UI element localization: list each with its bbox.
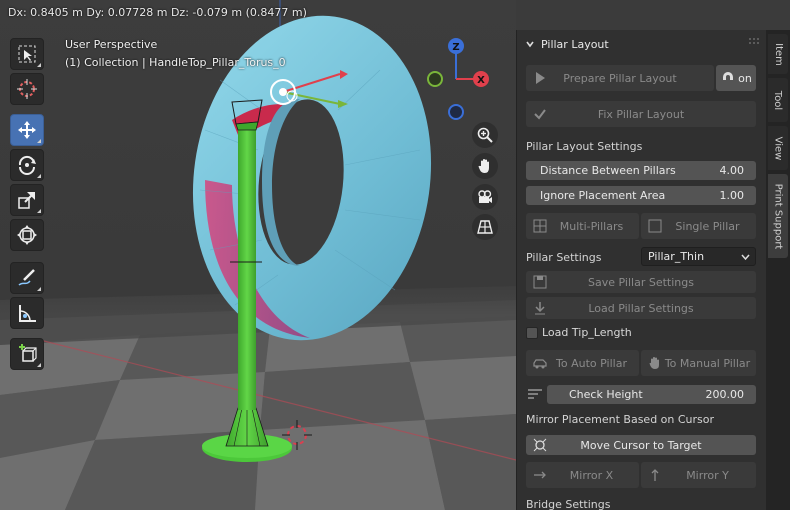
select-box-tool[interactable]: [10, 38, 44, 70]
tab-tool[interactable]: Tool: [768, 78, 788, 122]
car-icon: [533, 359, 547, 369]
load-pillar-settings-button[interactable]: Load Pillar Settings: [526, 297, 756, 319]
cursor-tool[interactable]: [10, 73, 44, 105]
move-tool[interactable]: [10, 114, 44, 146]
mirror-placement-heading: Mirror Placement Based on Cursor: [526, 413, 715, 426]
gizmo-neg-y-axis[interactable]: [427, 71, 443, 87]
chevron-down-icon: [741, 254, 750, 261]
view-name: User Perspective: [65, 38, 158, 51]
move-cursor-to-target-button[interactable]: Move Cursor to Target: [526, 435, 756, 455]
tab-print-support[interactable]: Print Support: [768, 174, 788, 258]
load-icon: [535, 302, 545, 315]
gizmo-z-label: Z: [452, 42, 459, 53]
play-icon: [536, 72, 545, 84]
collection-label: (1) Collection | HandleTop_Pillar_Torus_…: [65, 56, 286, 69]
rotate-tool[interactable]: [10, 149, 44, 181]
annotate-icon: [18, 269, 35, 286]
prepare-pillar-layout-button[interactable]: Prepare Pillar Layout: [526, 65, 714, 91]
mirror-y-button[interactable]: Mirror Y: [641, 462, 756, 488]
transform-icon: [17, 225, 37, 245]
grid-icon: [533, 219, 547, 233]
bridge-settings-heading: Bridge Settings: [526, 498, 611, 510]
gizmo-x-label: X: [477, 75, 485, 86]
magnet-icon: [723, 72, 733, 80]
align-icon: [528, 389, 542, 399]
add-cube-tool[interactable]: [10, 338, 44, 370]
tab-view[interactable]: View: [768, 126, 788, 170]
select-box-icon: [18, 45, 36, 63]
transform-tool[interactable]: [10, 219, 44, 251]
magnet-toggle[interactable]: on: [716, 65, 756, 91]
transform-delta-readout: Dx: 0.8405 m Dy: 0.07728 m Dz: -0.079 m …: [8, 6, 307, 19]
zoom-button[interactable]: [472, 122, 498, 148]
square-icon: [648, 219, 662, 233]
move-icon: [18, 121, 36, 139]
3d-viewport[interactable]: Dx: 0.8405 m Dy: 0.07728 m Dz: -0.079 m …: [0, 0, 516, 510]
check-height-field[interactable]: Check Height 200.00: [547, 385, 756, 404]
rotate-icon: [18, 155, 36, 175]
zoom-icon: [477, 127, 493, 143]
to-manual-pillar-button[interactable]: To Manual Pillar: [641, 350, 756, 376]
ignore-placement-area-field[interactable]: Ignore Placement Area 1.00: [526, 186, 756, 205]
camera-icon: [478, 190, 492, 203]
save-pillar-settings-button[interactable]: Save Pillar Settings: [526, 271, 756, 293]
scale-icon: [18, 192, 35, 209]
sidebar-top-strip: [516, 0, 790, 30]
hand-icon: [478, 159, 489, 173]
drag-grip-icon[interactable]: [749, 38, 759, 46]
navigation-gizmo[interactable]: Z X: [418, 34, 502, 126]
pillar-layout-panel: Pillar Layout Prepare Pillar Layout on F…: [516, 30, 766, 510]
measure-icon: [19, 305, 36, 322]
hand-icon: [649, 357, 659, 369]
tab-item[interactable]: Item: [768, 34, 788, 74]
to-auto-pillar-button[interactable]: To Auto Pillar: [526, 350, 639, 376]
panel-header[interactable]: Pillar Layout: [517, 30, 767, 58]
grid-icon: [477, 220, 493, 234]
arrow-right-icon: [534, 471, 546, 479]
fix-pillar-layout-button[interactable]: Fix Pillar Layout: [526, 101, 756, 127]
camera-view-button[interactable]: [472, 184, 498, 210]
arrow-up-icon: [651, 469, 659, 481]
pillar-settings-label: Pillar Settings: [526, 251, 602, 264]
scale-tool[interactable]: [10, 184, 44, 216]
pillar-layout-settings-heading: Pillar Layout Settings: [526, 140, 643, 153]
cursor-icon: [17, 79, 37, 99]
add-cube-icon: [19, 344, 37, 362]
chevron-down-icon: [526, 41, 534, 48]
load-tip-length-checkbox[interactable]: [526, 327, 538, 339]
annotate-tool[interactable]: [10, 262, 44, 294]
save-icon: [533, 275, 547, 289]
gizmo-neg-z-axis[interactable]: [448, 104, 464, 120]
pillar-settings-select[interactable]: Pillar_Thin: [641, 247, 756, 266]
load-tip-length-label: Load Tip_Length: [542, 326, 632, 339]
pan-button[interactable]: [472, 153, 498, 179]
distance-between-pillars-field[interactable]: Distance Between Pillars 4.00: [526, 161, 756, 180]
target-icon: [533, 438, 547, 452]
sidebar-tabs: Item Tool View Print Support: [766, 30, 790, 510]
check-icon: [534, 109, 546, 120]
multi-pillars-button[interactable]: Multi-Pillars: [526, 213, 639, 239]
single-pillar-button[interactable]: Single Pillar: [641, 213, 756, 239]
measure-tool[interactable]: [10, 297, 44, 329]
ortho-toggle-button[interactable]: [472, 214, 498, 240]
mirror-x-button[interactable]: Mirror X: [526, 462, 639, 488]
panel-title: Pillar Layout: [541, 37, 609, 51]
